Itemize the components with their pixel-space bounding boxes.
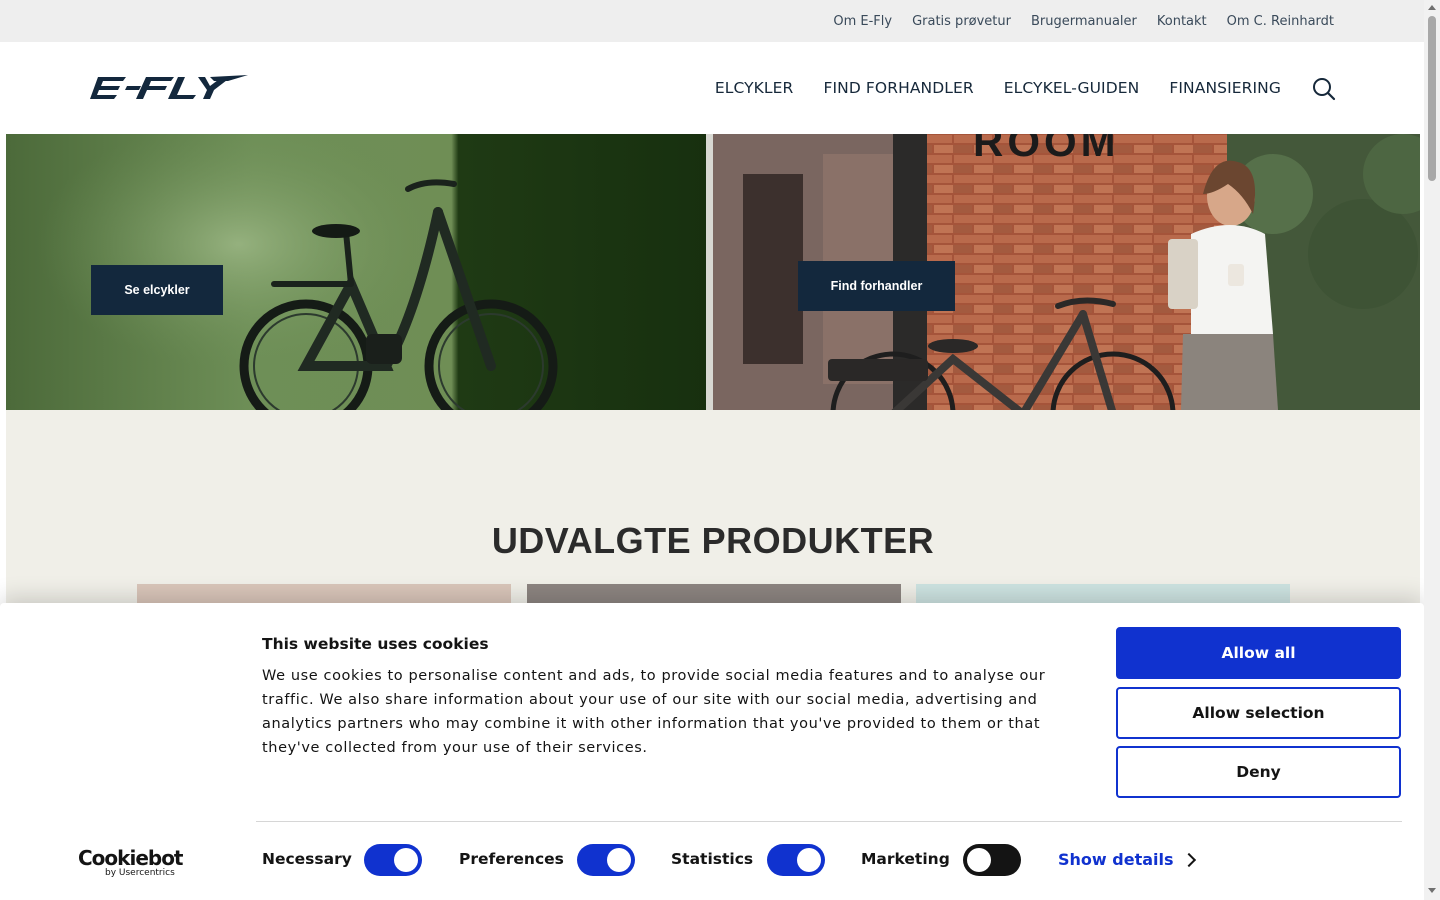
utility-item: Om E-Fly xyxy=(833,12,892,30)
site-header: ELCYKLER FIND FORHANDLER ELCYKEL-GUIDEN … xyxy=(0,42,1424,134)
marketing-toggle[interactable] xyxy=(963,844,1021,876)
toggle-knob xyxy=(394,848,418,872)
marketing-label: Marketing xyxy=(861,850,950,868)
necessary-toggle[interactable] xyxy=(364,844,422,876)
deny-button[interactable]: Deny xyxy=(1116,746,1401,798)
hero-tile-elcykler[interactable]: Se elcykler xyxy=(6,134,713,410)
page-scrollbar[interactable] xyxy=(1424,0,1440,900)
nav-finansiering[interactable]: FINANSIERING xyxy=(1169,79,1281,97)
main-nav-item: ELCYKLER xyxy=(715,79,794,98)
nav-find-forhandler[interactable]: FIND FORHANDLER xyxy=(823,79,973,97)
nav-elcykler[interactable]: ELCYKLER xyxy=(715,79,794,97)
utility-link-om-c-reinhardt[interactable]: Om C. Reinhardt xyxy=(1227,14,1334,29)
scroll-down-arrow-icon[interactable] xyxy=(1428,888,1436,893)
e-fly-logo-mark xyxy=(90,75,248,99)
top-utility-bar: Om E-Fly Gratis prøvetur Brugermanualer … xyxy=(0,0,1424,42)
preferences-toggle[interactable] xyxy=(577,844,635,876)
utility-item: Gratis prøvetur xyxy=(912,12,1011,30)
statistics-toggle[interactable] xyxy=(767,844,825,876)
utility-item: Brugermanualer xyxy=(1031,12,1137,30)
preferences-label: Preferences xyxy=(459,850,564,868)
cookie-divider xyxy=(256,821,1402,822)
scrollbar-thumb[interactable] xyxy=(1428,16,1436,181)
chevron-right-icon xyxy=(1181,852,1197,868)
search-icon xyxy=(1313,78,1336,101)
show-details-link[interactable]: Show details xyxy=(1058,850,1174,869)
utility-link-kontakt[interactable]: Kontakt xyxy=(1157,14,1207,29)
toggle-knob xyxy=(797,848,821,872)
nav-elcykel-guiden[interactable]: ELCYKEL-GUIDEN xyxy=(1004,79,1140,97)
main-nav-item: FINANSIERING xyxy=(1169,79,1281,98)
main-nav-item: ELCYKEL-GUIDEN xyxy=(1004,79,1140,98)
e-fly-logo[interactable] xyxy=(90,75,248,106)
toggle-knob xyxy=(967,848,991,872)
utility-link-brugermanualer[interactable]: Brugermanualer xyxy=(1031,14,1137,29)
allow-all-button[interactable]: Allow all xyxy=(1116,627,1401,679)
cookie-banner-title: This website uses cookies xyxy=(262,635,489,653)
cookiebot-logo[interactable]: Cookiebot by Usercentrics xyxy=(78,846,183,878)
hero-banners: Se elcykler ROOM Find forhandler xyxy=(6,134,1420,410)
cookiebot-logo-main: Cookiebot xyxy=(78,846,183,870)
toggle-knob xyxy=(607,848,631,872)
cookie-consent-banner: This website uses cookies We use cookies… xyxy=(0,603,1424,900)
page: Om E-Fly Gratis prøvetur Brugermanualer … xyxy=(0,0,1440,900)
utility-item: Kontakt xyxy=(1157,12,1207,30)
main-nav: ELCYKLER FIND FORHANDLER ELCYKEL-GUIDEN … xyxy=(715,42,1281,134)
utility-link-om-e-fly[interactable]: Om E-Fly xyxy=(833,14,892,29)
section-title-bold: UDVALGTE xyxy=(491,520,692,561)
main-nav-item: FIND FORHANDLER xyxy=(823,79,973,98)
search-button[interactable] xyxy=(1311,76,1337,102)
se-elcykler-button[interactable]: Se elcykler xyxy=(91,265,223,315)
cookie-banner-text: We use cookies to personalise content an… xyxy=(262,668,1046,756)
cookiebot-logo-sub: by Usercentrics xyxy=(105,868,175,878)
section-title-rest: PRODUKTER xyxy=(701,520,935,561)
room-sign-text: ROOM xyxy=(973,134,1120,165)
necessary-label: Necessary xyxy=(262,850,352,868)
find-forhandler-button[interactable]: Find forhandler xyxy=(798,261,955,311)
allow-selection-button[interactable]: Allow selection xyxy=(1116,687,1401,739)
section-title: UDVALGTE PRODUKTER xyxy=(6,520,1420,562)
utility-link-gratis-proevetur[interactable]: Gratis prøvetur xyxy=(912,14,1011,29)
utility-nav: Om E-Fly Gratis prøvetur Brugermanualer … xyxy=(833,0,1334,42)
scroll-up-arrow-icon[interactable] xyxy=(1428,5,1436,10)
statistics-label: Statistics xyxy=(671,850,754,868)
hero-tile-find-forhandler[interactable]: ROOM Find forhandler xyxy=(713,134,1420,410)
utility-item: Om C. Reinhardt xyxy=(1227,12,1334,30)
